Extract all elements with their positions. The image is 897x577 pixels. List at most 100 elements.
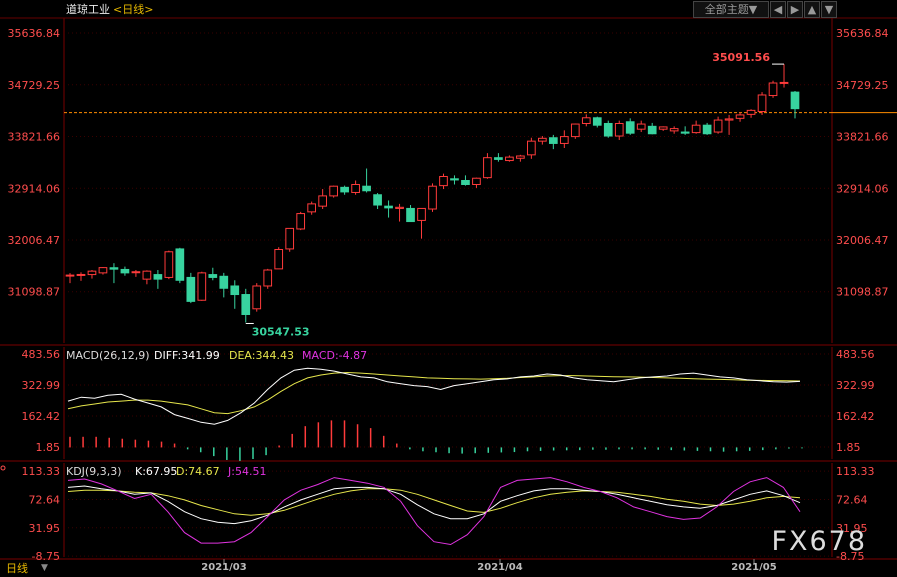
period-tab-arrow[interactable]: ▼	[41, 562, 48, 575]
candle-body	[428, 185, 437, 210]
candle-body	[527, 140, 536, 156]
candle-body	[592, 117, 602, 126]
candle-body	[197, 272, 207, 301]
candle-body	[581, 117, 591, 124]
kdj-axis-right-tick: 113.33	[836, 465, 875, 478]
candle-body	[757, 94, 767, 113]
kdj-d-value: D:74.67	[176, 465, 220, 478]
price-axis-left-tick: 35636.84	[8, 27, 61, 40]
kdj-axis-right-tick: 72.64	[836, 493, 868, 506]
candle-body	[494, 157, 503, 160]
next-button[interactable]: ▶	[787, 1, 803, 18]
candle-body	[516, 155, 525, 159]
price-axis-left-tick: 32006.47	[8, 234, 61, 247]
candle-body	[164, 251, 174, 278]
kdj-axis-left-tick: 113.33	[22, 465, 61, 478]
macd-axis-right-tick: 483.56	[836, 348, 875, 361]
candle-body	[307, 203, 317, 213]
kdj-d-line	[67, 488, 801, 516]
candle-body	[131, 271, 141, 274]
kdj-j-line	[67, 477, 801, 546]
macd-histogram-value: MACD:-4.87	[302, 349, 368, 362]
x-axis-date-label: 2021/04	[477, 562, 522, 573]
candle-body	[120, 268, 130, 274]
low-price-label: 30547.53	[252, 325, 310, 338]
candle-body	[735, 114, 745, 119]
macd-axis-right-tick: 1.85	[836, 441, 861, 454]
candle-body	[625, 121, 635, 134]
candle-body	[669, 128, 679, 132]
candle-body	[505, 156, 514, 162]
candle-body	[285, 227, 295, 250]
prev-button[interactable]: ◀	[770, 1, 786, 18]
candle-body	[559, 136, 569, 144]
candle-body	[768, 82, 778, 97]
macd-diff-line	[67, 367, 801, 425]
macd-axis-left-tick: 1.85	[36, 441, 61, 454]
candle-body	[175, 248, 185, 281]
candle-body	[724, 118, 734, 121]
candle-body	[450, 178, 459, 181]
candle-body	[790, 91, 800, 110]
candle-body	[109, 267, 119, 270]
candle-body	[252, 285, 262, 310]
candle-body	[483, 157, 492, 179]
candle-body	[680, 131, 690, 134]
macd-axis-left-tick: 322.99	[22, 379, 61, 392]
price-axis-right-tick: 33821.66	[836, 131, 889, 144]
candle-body	[603, 122, 613, 137]
candle-body	[614, 122, 624, 137]
price-axis-right-tick: 32914.06	[836, 182, 889, 195]
macd-diff-value: DIFF:341.99	[154, 349, 220, 362]
candle-body	[76, 273, 86, 276]
candle-body	[65, 274, 75, 277]
price-axis-left-tick: 32914.06	[8, 182, 61, 195]
candle-body	[230, 285, 240, 296]
candle-body	[263, 269, 273, 287]
price-axis-left-tick: 33821.66	[8, 131, 61, 144]
kdj-axis-left-tick: 31.95	[29, 522, 61, 535]
watermark: FX678	[771, 526, 867, 557]
macd-dea-value: DEA:344.43	[229, 349, 294, 362]
kdj-marker-icon	[0, 465, 6, 471]
kdj-name: KDJ(9,3,3)	[66, 465, 122, 478]
candle-body	[461, 180, 470, 185]
price-axis-right-tick: 35636.84	[836, 27, 889, 40]
candle-body	[746, 109, 756, 115]
period-tab[interactable]: 日线	[6, 562, 28, 575]
candle-body	[274, 248, 284, 270]
symbol-title: 道琼工业	[66, 3, 110, 16]
candle-body	[406, 207, 415, 223]
macd-axis-right-tick: 162.42	[836, 410, 875, 423]
candle-body	[351, 183, 360, 193]
macd-axis-right-tick: 322.99	[836, 379, 875, 392]
candle-body	[691, 124, 701, 134]
price-axis-right-tick: 31098.87	[836, 286, 889, 299]
macd-name: MACD(26,12,9)	[66, 349, 150, 362]
x-axis-date-label: 2021/03	[201, 562, 246, 573]
price-axis-left-tick: 34729.25	[8, 79, 61, 92]
candle-body	[186, 276, 196, 302]
kdj-axis-left-tick: 72.64	[29, 493, 61, 506]
candle-body	[548, 137, 558, 144]
candle-body	[647, 125, 657, 135]
zoom-in-button[interactable]: ▲	[804, 1, 820, 18]
candle-body	[570, 123, 580, 138]
candle-body	[340, 186, 349, 193]
candle-body	[384, 205, 393, 209]
candle-body	[779, 81, 789, 84]
candle-body	[658, 126, 668, 130]
price-axis-right-tick: 32006.47	[836, 234, 889, 247]
stock-chart[interactable]: 35636.84 35636.84 34729.25 34729.25 33821.66…	[0, 0, 897, 577]
candle-body	[395, 206, 404, 209]
high-price-label: 35091.56	[712, 51, 770, 64]
candle-body	[142, 270, 152, 280]
candle-body	[318, 195, 327, 207]
period-label: <日线>	[113, 3, 154, 16]
candle-body	[417, 207, 426, 221]
price-axis-left-tick: 31098.87	[8, 286, 61, 299]
zoom-out-button[interactable]: ▼	[821, 1, 837, 18]
theme-select[interactable]: 全部主题▼	[693, 1, 769, 18]
x-axis-date-label: 2021/05	[731, 562, 776, 573]
candle-body	[296, 213, 306, 230]
